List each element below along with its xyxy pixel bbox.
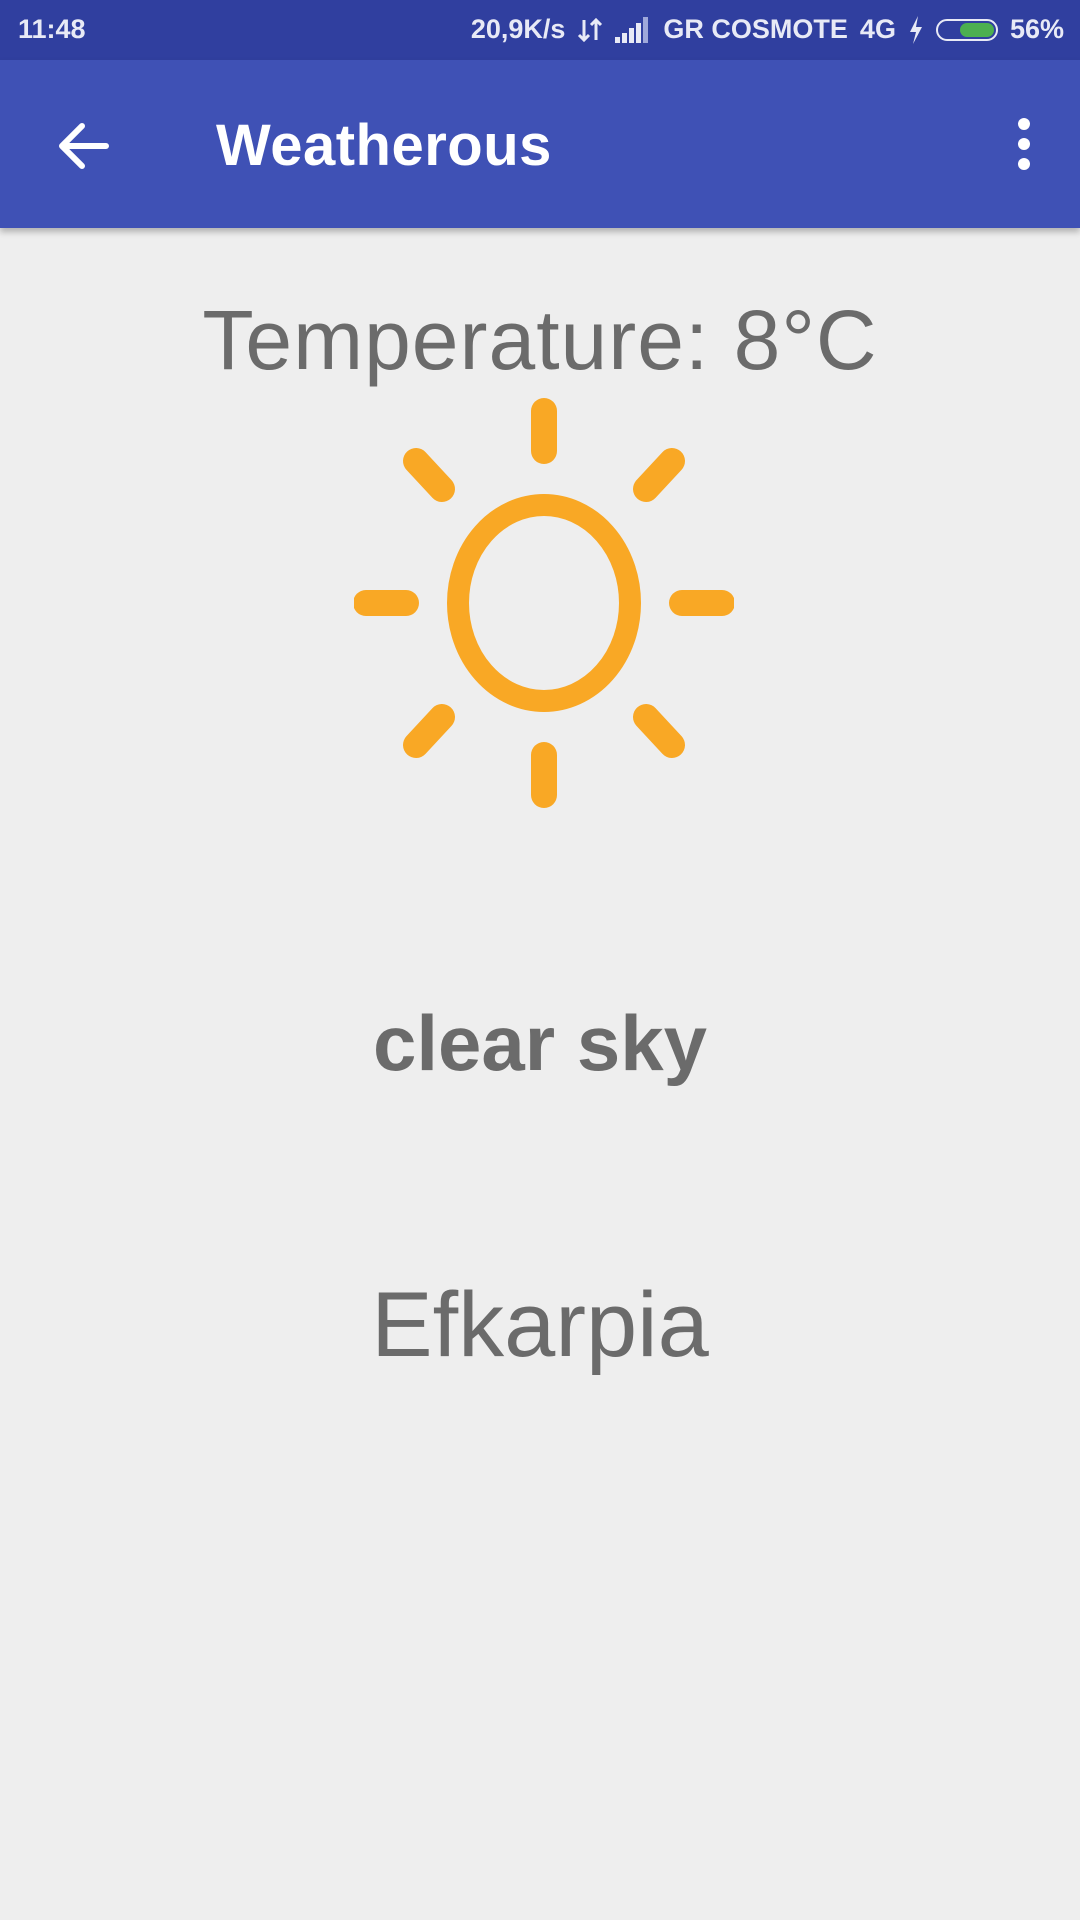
- network-type: 4G: [859, 14, 896, 44]
- city-name: Efkarpia: [371, 1274, 709, 1376]
- sun-icon: [353, 393, 735, 813]
- app-bar: Weatherous: [0, 60, 1080, 228]
- battery-percent: 56%: [1009, 14, 1064, 44]
- battery-icon: [935, 18, 998, 41]
- data-transfer-icon: [577, 16, 603, 44]
- signal-strength-icon: [615, 16, 651, 43]
- app-title: Weatherous: [216, 113, 552, 178]
- carrier-name: GR COSMOTE: [663, 14, 848, 44]
- status-bar: 11:48 20,9K/s GR COSMOTE 4G 56%: [0, 0, 1080, 60]
- weather-description: clear sky: [373, 999, 707, 1087]
- temperature-label: Temperature: 8°C: [202, 293, 878, 387]
- status-right: 20,9K/s GR COSMOTE 4G 56%: [471, 14, 1064, 45]
- arrow-back-icon[interactable]: [56, 118, 112, 174]
- weather-content: Temperature: 8°C clear sky Efkarpia: [0, 228, 1080, 1920]
- more-vert-icon[interactable]: [1008, 116, 1040, 176]
- charging-icon: [908, 15, 924, 44]
- status-time: 11:48: [18, 14, 86, 44]
- network-speed: 20,9K/s: [470, 14, 566, 44]
